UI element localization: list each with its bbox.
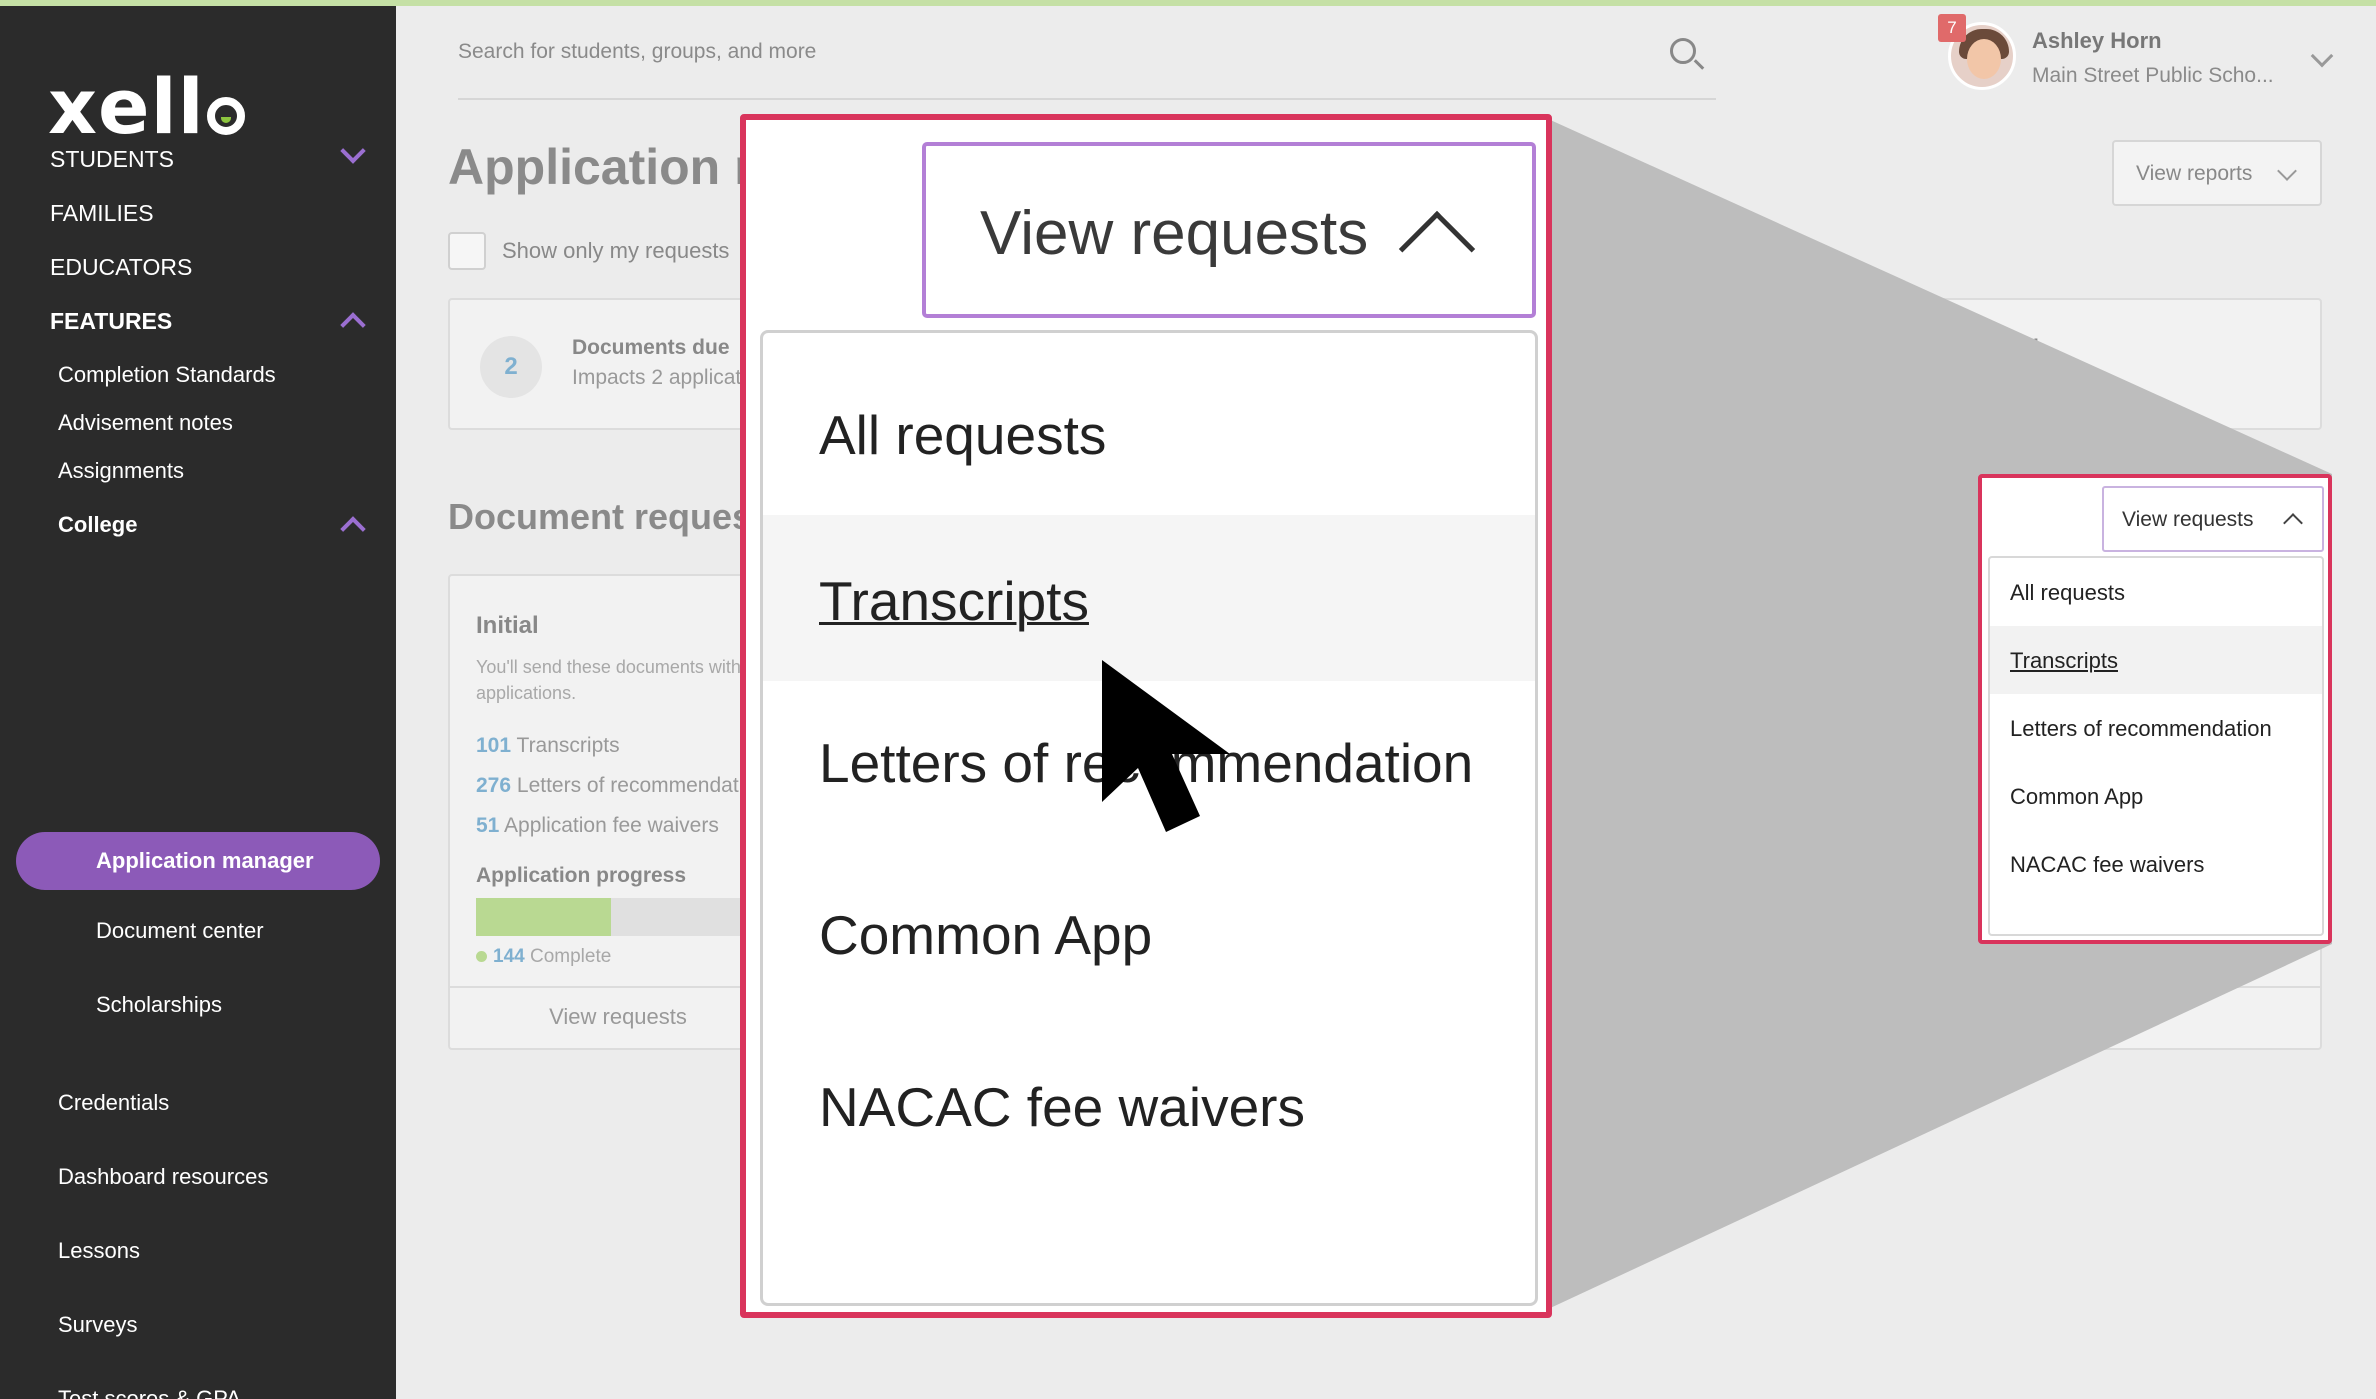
sidebar-item-test-scores[interactable]: Test scores & GPA [58, 1386, 241, 1399]
progress-label: Application progress [476, 864, 687, 887]
view-requests-dropdown-button[interactable]: View requests [2102, 486, 2324, 552]
sidebar-item-surveys[interactable]: Surveys [58, 1312, 137, 1338]
view-requests-link[interactable]: View requests [450, 986, 786, 1048]
notification-badge[interactable]: 7 [1938, 14, 1966, 42]
incomplete-count: 7 Incomplete [1548, 946, 1657, 967]
column-title: Initial [476, 612, 539, 639]
xello-logo[interactable]: xell [48, 62, 245, 151]
sidebar-item-educators[interactable]: EDUCATORS [50, 254, 192, 281]
section-title: Document requests [448, 496, 785, 537]
stat-title: Documents due [572, 336, 730, 359]
stat-subtitle: Impacts 6 applications [1844, 366, 2052, 389]
view-requests-dropdown-button[interactable]: View requests [922, 142, 1536, 318]
stat-card-partial [1544, 298, 1642, 430]
sidebar-item-scholarships[interactable]: Scholarships [96, 992, 222, 1018]
complete-count: 12 Complete [1744, 946, 1869, 968]
stat-card-documents-expired[interactable]: 9 Documents expired Impacts 6 applicatio… [1720, 298, 2322, 430]
progress-bar [476, 898, 776, 936]
sidebar: xell STUDENTS FAMILIES EDUCATORS FEATURE… [0, 6, 396, 1399]
sidebar-item-label: FEATURES [50, 308, 173, 334]
sidebar-item-lessons[interactable]: Lessons [58, 1238, 140, 1264]
column-line[interactable]: 9 Enrollment fee waivers [1744, 774, 1974, 798]
search-input[interactable] [458, 32, 1708, 72]
search-icon[interactable] [1670, 38, 1696, 64]
mouse-cursor-icon [1102, 660, 1230, 832]
view-reports-label: View reports [2136, 162, 2253, 185]
sidebar-item-label: STUDENTS [50, 146, 174, 172]
user-name: Ashley Horn [2032, 28, 2162, 53]
dropdown-option-nacac-fee-waivers[interactable]: NACAC fee waivers [1990, 830, 2322, 898]
sidebar-item-label: EDUCATORS [50, 254, 193, 280]
stat-card-documents-due[interactable]: 2 Documents due Impacts 2 applications [448, 298, 788, 430]
chevron-up-icon[interactable] [340, 312, 366, 338]
sidebar-item-families[interactable]: FAMILIES [50, 200, 154, 227]
search-underline [458, 98, 1716, 100]
show-only-my-requests-checkbox[interactable] [448, 232, 486, 270]
chevron-down-icon[interactable] [2310, 44, 2334, 68]
sidebar-item-students[interactable]: STUDENTS [50, 146, 174, 173]
column-line[interactable]: 51 Application fee waivers [476, 814, 719, 838]
chevron-down-icon[interactable] [340, 138, 366, 164]
chevron-up-icon[interactable] [340, 516, 366, 542]
dropdown-option-nacac-fee-waivers[interactable]: NACAC fee waivers [763, 1023, 1535, 1189]
column-line[interactable]: 122 Transcripts [1744, 734, 1888, 758]
dropdown-option-transcripts[interactable]: Transcripts [1990, 626, 2322, 694]
dropdown-button-label: View requests [980, 199, 1369, 268]
sidebar-item-college[interactable]: College [58, 512, 137, 538]
sidebar-item-advisement-notes[interactable]: Advisement notes [58, 410, 233, 436]
progress-label: Application progress [1744, 864, 1955, 887]
show-only-my-requests-label: Show only my requests [502, 238, 730, 263]
progress-fill [476, 898, 611, 936]
column-card-initial: Initial You'll send these documents with… [448, 574, 788, 1050]
sidebar-item-dashboard-resources[interactable]: Dashboard resources [58, 1164, 268, 1190]
sidebar-item-application-manager[interactable]: Application manager [16, 832, 380, 890]
sidebar-item-completion-standards[interactable]: Completion Standards [58, 362, 276, 388]
progress-bar [1546, 898, 1666, 936]
column-description: ear grades [1548, 657, 1635, 677]
sidebar-item-label: Application manager [96, 848, 314, 873]
dropdown-option-all-requests[interactable]: All requests [763, 349, 1535, 515]
column-line[interactable]: 101 Transcripts [476, 734, 620, 758]
dropdown-option-common-app[interactable]: Common App [763, 853, 1535, 1019]
column-line[interactable]: 276 Letters of recommendation [476, 774, 767, 798]
dropdown-option-letters-of-recommendation[interactable]: Letters of recommendation [1990, 694, 2322, 762]
dropdown-button-label: View requests [2122, 508, 2254, 531]
stat-count: 2 [480, 336, 542, 398]
complete-count: 144 Complete [476, 946, 611, 968]
sidebar-item-features[interactable]: FEATURES [50, 308, 172, 335]
sidebar-item-credentials[interactable]: Credentials [58, 1090, 169, 1116]
logo-smile-icon [206, 97, 245, 135]
progress-fill [1744, 898, 1800, 936]
dropdown-option-common-app[interactable]: Common App [1990, 762, 2322, 830]
chevron-down-icon [2277, 161, 2297, 181]
dropdown-menu: All requests Transcripts Letters of reco… [1988, 556, 2324, 936]
column-title: Final [1744, 612, 1801, 639]
user-school: Main Street Public Scho... [2032, 64, 2274, 87]
sidebar-item-label: FAMILIES [50, 200, 154, 226]
dropdown-option-all-requests[interactable]: All requests [1990, 558, 2322, 626]
stat-title: Documents expired [1844, 336, 2039, 359]
small-dropdown-highlight: View requests All requests Transcripts L… [1978, 474, 2332, 944]
sidebar-item-document-center[interactable]: Document center [96, 918, 264, 944]
chevron-up-icon [1398, 210, 1476, 288]
view-reports-button[interactable]: View reports [2112, 140, 2322, 206]
incomplete-count: 110 Incomplete [2146, 946, 2275, 967]
column-card-middle: ear grades 7 Incomplete [1544, 574, 1688, 1050]
view-requests-link[interactable]: View requests [1718, 986, 2320, 1048]
stat-count: 9 [1752, 336, 1814, 398]
chevron-up-icon [2283, 513, 2303, 533]
sidebar-item-assignments[interactable]: Assignments [58, 458, 184, 484]
